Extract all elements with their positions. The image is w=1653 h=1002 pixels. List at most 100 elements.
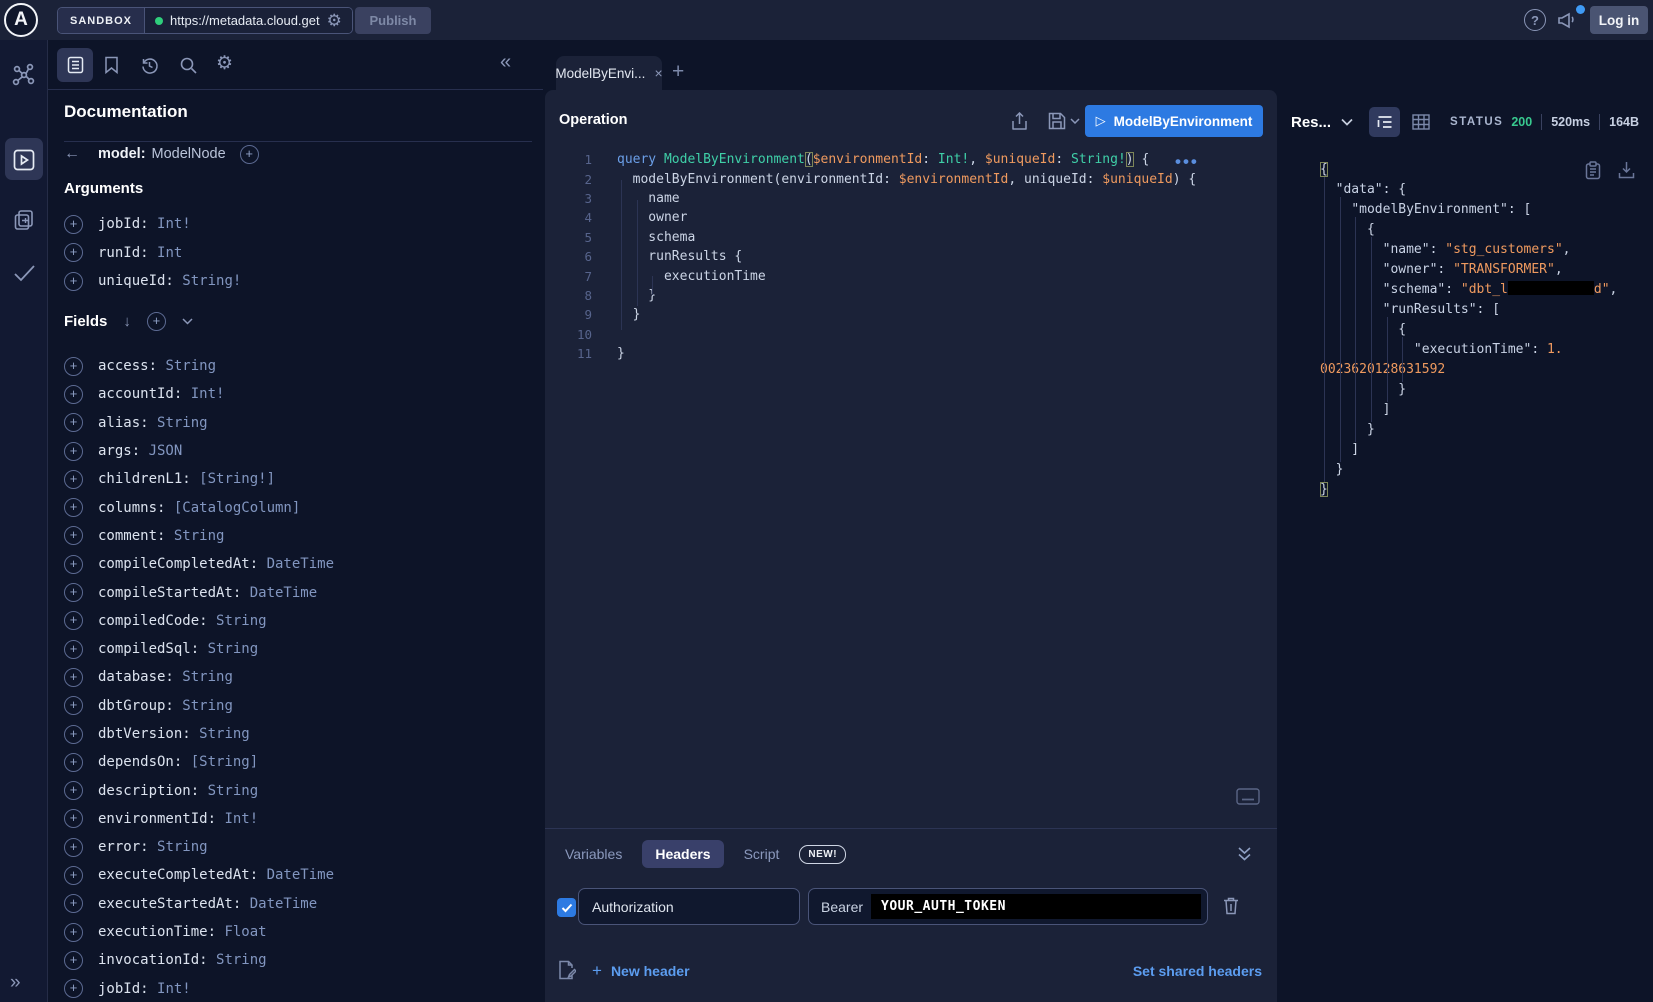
collapse-docs-icon[interactable]: «	[500, 51, 511, 74]
field-label[interactable]: uniqueId: String!	[98, 273, 241, 289]
add-field-button[interactable]: +	[64, 640, 83, 659]
code-line[interactable]: 6 runResults {	[545, 247, 1245, 266]
announcements-megaphone-icon[interactable]	[1556, 9, 1578, 31]
docs-settings-gear-icon[interactable]: ⚙	[216, 52, 233, 75]
response-dropdown-chevron-icon[interactable]	[1341, 118, 1353, 126]
explorer-icon[interactable]	[12, 148, 36, 172]
apollo-logo-icon[interactable]: A	[4, 3, 38, 37]
field-label[interactable]: compileCompletedAt: DateTime	[98, 556, 334, 572]
new-header-button[interactable]: + New header	[592, 961, 690, 981]
field-label[interactable]: alias: String	[98, 415, 208, 431]
field-label[interactable]: args: JSON	[98, 443, 182, 459]
add-field-button[interactable]: +	[64, 923, 83, 942]
add-tab-button[interactable]: +	[672, 60, 684, 84]
bookmark-icon[interactable]	[104, 56, 119, 74]
add-field-button[interactable]: +	[64, 215, 83, 234]
field-label[interactable]: jobId: Int!	[98, 216, 191, 232]
field-label[interactable]: description: String	[98, 783, 258, 799]
add-model-button[interactable]: +	[240, 145, 259, 164]
code-line[interactable]: 9 }	[545, 305, 1245, 324]
delete-header-icon[interactable]	[1222, 896, 1240, 916]
add-field-button[interactable]: +	[64, 526, 83, 545]
endpoint-url-segment[interactable]: https://metadata.cloud.get ⚙	[145, 8, 352, 33]
share-icon[interactable]	[1011, 112, 1028, 131]
operation-tab[interactable]: ModelByEnvi... ×	[556, 56, 662, 90]
login-button[interactable]: Log in	[1590, 6, 1648, 34]
history-icon[interactable]	[140, 56, 159, 75]
add-field-button[interactable]: +	[64, 809, 83, 828]
code-line[interactable]: 10	[545, 325, 1245, 344]
expand-rail-icon[interactable]: »	[10, 972, 21, 994]
field-label[interactable]: environmentId: Int!	[98, 811, 258, 827]
add-field-button[interactable]: +	[64, 498, 83, 517]
fields-chevron-down-icon[interactable]	[182, 318, 193, 325]
add-field-button[interactable]: +	[64, 894, 83, 913]
breadcrumb-type[interactable]: ModelNode	[152, 146, 226, 162]
table-view-toggle[interactable]	[1412, 114, 1430, 130]
add-field-button[interactable]: +	[64, 781, 83, 800]
field-label[interactable]: invocationId: String	[98, 952, 267, 968]
publish-button[interactable]: Publish	[355, 7, 431, 34]
save-icon[interactable]	[1048, 112, 1066, 130]
schema-graph-icon[interactable]	[11, 62, 37, 88]
code-line[interactable]: 7 executionTime	[545, 266, 1245, 285]
add-field-button[interactable]: +	[64, 611, 83, 630]
save-dropdown-chevron-icon[interactable]	[1070, 118, 1080, 124]
field-label[interactable]: runId: Int	[98, 245, 182, 261]
keyboard-shortcuts-icon[interactable]	[1236, 788, 1260, 805]
help-icon[interactable]: ?	[1524, 9, 1546, 31]
field-label[interactable]: database: String	[98, 669, 233, 685]
field-label[interactable]: jobId: Int!	[98, 981, 191, 997]
response-json[interactable]: { "data": { "modelByEnvironment": [ { "n…	[1320, 159, 1653, 499]
tree-view-toggle[interactable]	[1369, 107, 1400, 137]
header-value-input[interactable]: Bearer YOUR_AUTH_TOKEN	[808, 888, 1208, 925]
tab-script[interactable]: Script	[738, 840, 786, 868]
query-editor[interactable]: 1query ModelByEnvironment($environmentId…	[545, 150, 1245, 363]
sort-fields-icon[interactable]: ↓	[123, 313, 131, 330]
field-label[interactable]: comment: String	[98, 528, 224, 544]
response-title[interactable]: Res...	[1291, 114, 1331, 131]
checklist-icon[interactable]	[11, 262, 37, 284]
add-field-button[interactable]: +	[64, 753, 83, 772]
add-field-button[interactable]: +	[64, 725, 83, 744]
add-field-button[interactable]: +	[64, 979, 83, 998]
field-label[interactable]: error: String	[98, 839, 208, 855]
documentation-tab-icon[interactable]	[67, 56, 84, 74]
add-field-button[interactable]: +	[64, 385, 83, 404]
field-label[interactable]: access: String	[98, 358, 216, 374]
code-line[interactable]: 2 modelByEnvironment(environmentId: $env…	[545, 169, 1245, 188]
back-arrow-icon[interactable]: ←	[64, 145, 80, 163]
code-line[interactable]: 4 owner	[545, 208, 1245, 227]
set-shared-headers-link[interactable]: Set shared headers	[1133, 963, 1262, 979]
field-label[interactable]: compileStartedAt: DateTime	[98, 585, 317, 601]
field-label[interactable]: executeStartedAt: DateTime	[98, 896, 317, 912]
tab-headers[interactable]: Headers	[642, 840, 723, 868]
tab-variables[interactable]: Variables	[559, 840, 628, 868]
add-field-button[interactable]: +	[64, 357, 83, 376]
run-operation-button[interactable]: ▷ ModelByEnvironment	[1085, 105, 1263, 137]
code-line[interactable]: 3 name	[545, 189, 1245, 208]
add-field-button[interactable]: +	[64, 272, 83, 291]
field-label[interactable]: compiledCode: String	[98, 613, 267, 629]
header-enabled-checkbox[interactable]	[557, 898, 576, 917]
field-label[interactable]: compiledSql: String	[98, 641, 258, 657]
field-label[interactable]: dbtVersion: String	[98, 726, 250, 742]
field-label[interactable]: executeCompletedAt: DateTime	[98, 867, 334, 883]
auth-token-highlight[interactable]: YOUR_AUTH_TOKEN	[871, 894, 1201, 919]
code-line[interactable]: 11}	[545, 344, 1245, 363]
sandbox-collection-icon[interactable]	[12, 208, 36, 232]
field-label[interactable]: dependsOn: [String]	[98, 754, 258, 770]
add-field-button[interactable]: +	[64, 696, 83, 715]
field-label[interactable]: dbtGroup: String	[98, 698, 233, 714]
field-label[interactable]: columns: [CatalogColumn]	[98, 500, 300, 516]
close-tab-icon[interactable]: ×	[654, 65, 662, 81]
endpoint-url[interactable]: https://metadata.cloud.get	[170, 13, 320, 28]
add-field-button[interactable]: +	[64, 951, 83, 970]
add-field-button[interactable]: +	[64, 555, 83, 574]
add-field-button[interactable]: +	[64, 583, 83, 602]
add-field-button[interactable]: +	[64, 668, 83, 687]
endpoint-settings-gear-icon[interactable]: ⚙	[327, 11, 342, 31]
add-all-fields-button[interactable]: +	[147, 312, 166, 331]
search-icon[interactable]	[179, 56, 198, 75]
add-field-button[interactable]: +	[64, 243, 83, 262]
